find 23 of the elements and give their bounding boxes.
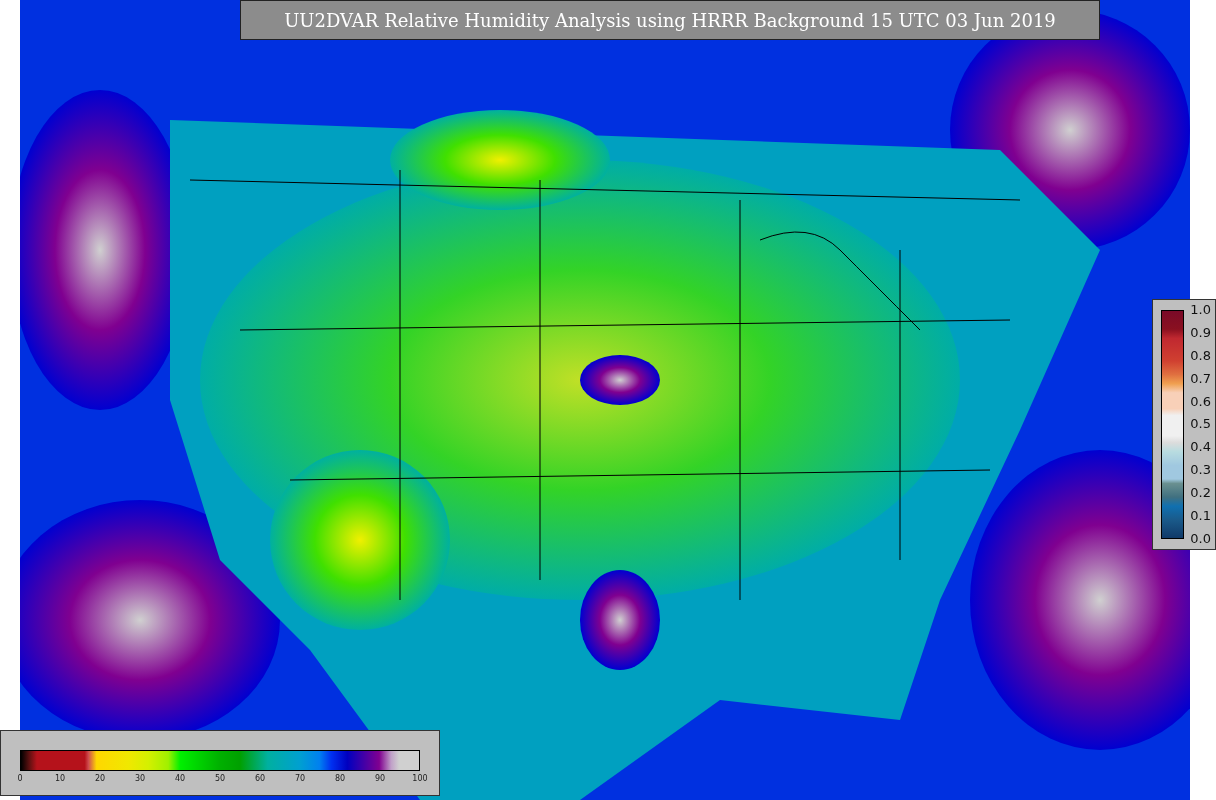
colorbar-tick-label: 0.0 <box>1190 530 1211 547</box>
colorbar-tick-label: 0.8 <box>1190 347 1211 364</box>
colorbar-tick-label: 0.6 <box>1190 393 1211 410</box>
colorbar-tick-label: 0.7 <box>1190 370 1211 387</box>
colorbar-tick-label: 20 <box>94 774 106 783</box>
colorbar-tick-label: 30 <box>134 774 146 783</box>
colorbar-tick-label: 0.4 <box>1190 439 1211 456</box>
colorbar-tick-label: 0.5 <box>1190 416 1211 433</box>
colorbar-tick-label: 90 <box>374 774 386 783</box>
map-title: UU2DVAR Relative Humidity Analysis using HRRR Background 15 UTC 03 Jun 2019 <box>240 0 1100 40</box>
colorbar-tick-label: 0.9 <box>1190 324 1211 341</box>
colorbar-tick-label: 70 <box>294 774 306 783</box>
colorbar-tick-label: 40 <box>174 774 186 783</box>
colorbar-tick-label: 0 <box>17 774 23 783</box>
colorbar-tick-label: 60 <box>254 774 266 783</box>
colorbar-tick-label: 0.3 <box>1190 462 1211 479</box>
colorbar-tick-label: 10 <box>54 774 66 783</box>
colorbar-tick-label: 100 <box>412 774 428 783</box>
colorbar-tick-label: 1.0 <box>1190 302 1211 318</box>
colorbar-tick-label: 50 <box>214 774 226 783</box>
colorbar-tick-label: 80 <box>334 774 346 783</box>
colorbar-tick-label: 0.1 <box>1190 508 1211 524</box>
colorbar-tick-label: 0.2 <box>1190 485 1211 502</box>
